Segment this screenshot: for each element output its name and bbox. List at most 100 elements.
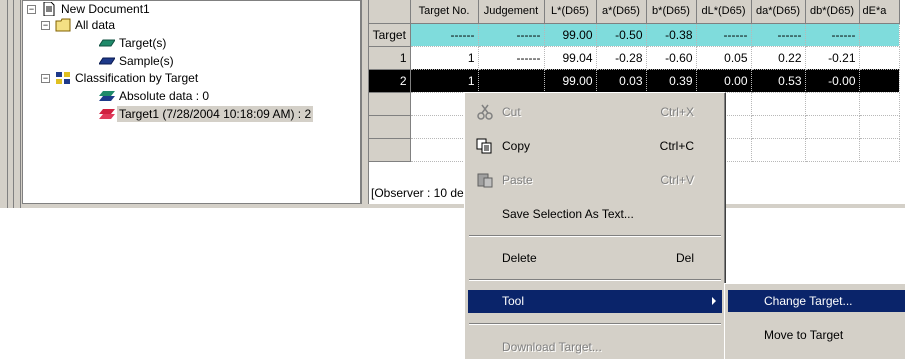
grid-cell[interactable]: 0.39	[646, 69, 697, 93]
col-header-l[interactable]: L*(D65)	[544, 0, 597, 24]
grid-cell[interactable]: -0.00	[805, 69, 860, 93]
grid-cell[interactable]	[751, 138, 806, 162]
collapse-all-data-toggle[interactable]: −	[41, 21, 50, 30]
menu-separator	[469, 279, 721, 281]
menu-item-label: Paste	[502, 173, 533, 187]
menu-item-shortcut: Ctrl+V	[660, 173, 694, 187]
submenu-item-move-to-target[interactable]: Move to Target	[728, 324, 905, 346]
grid-cell[interactable]	[751, 92, 806, 116]
collapse-classification-toggle[interactable]: −	[41, 74, 50, 83]
scissors-icon	[477, 104, 493, 120]
row-header[interactable]	[369, 92, 411, 116]
grid-cell[interactable]: 99.04	[544, 46, 597, 70]
grid-cell[interactable]: -0.60	[646, 46, 697, 70]
menu-item-cut[interactable]: Cut Ctrl+X	[468, 101, 722, 123]
context-menu: Cut Ctrl+X Copy Ctrl+C Paste Ctrl+V Save…	[464, 92, 726, 359]
row-header[interactable]: 1	[369, 46, 411, 70]
table-row[interactable]: Target ------ ------ 99.00 -0.50 -0.38 -…	[369, 23, 900, 47]
absolute-data-icon	[99, 91, 115, 101]
toolbar-gripper[interactable]	[3, 0, 21, 208]
grid-cell[interactable]: ------	[410, 23, 479, 47]
grid-cell[interactable]: 0.53	[751, 69, 806, 93]
grid-cell[interactable]	[859, 115, 900, 139]
grid-cell[interactable]	[859, 138, 900, 162]
tree-item-absolute-data[interactable]: Absolute data : 0	[119, 88, 209, 104]
collapse-root-toggle[interactable]: −	[27, 5, 36, 14]
col-header-db[interactable]: db*(D65)	[805, 0, 860, 24]
grid-cell[interactable]: 0.22	[751, 46, 806, 70]
tree-item-target1[interactable]: Target1 (7/28/2004 10:18:09 AM) : 2	[117, 106, 314, 122]
table-row-selected[interactable]: 2 1 99.00 0.03 0.39 0.00 0.53 -0.00	[369, 69, 900, 93]
menu-separator	[469, 235, 721, 237]
menu-item-delete[interactable]: Delete Del	[468, 247, 722, 269]
menu-item-shortcut: Ctrl+C	[659, 139, 694, 153]
grid-cell[interactable]: -0.38	[646, 23, 697, 47]
classification-icon	[56, 72, 70, 84]
grid-cell[interactable]: ------	[751, 23, 806, 47]
grid-cell[interactable]	[805, 92, 860, 116]
grid-cell[interactable]: 1	[410, 69, 479, 93]
col-header-de[interactable]: dE*a	[859, 0, 900, 24]
grid-cell[interactable]: ------	[478, 23, 545, 47]
corner-cell	[369, 0, 411, 24]
grid-cell[interactable]	[859, 23, 900, 47]
submenu-item-label: Move to Target	[764, 328, 844, 342]
menu-separator	[469, 323, 721, 325]
menu-item-tool[interactable]: Tool	[468, 290, 722, 313]
menu-item-download-target[interactable]: Download Target...	[468, 336, 722, 358]
menu-item-copy[interactable]: Copy Ctrl+C	[468, 135, 722, 157]
grid-cell[interactable]: ------	[696, 23, 752, 47]
col-header-b[interactable]: b*(D65)	[646, 0, 697, 24]
grid-cell[interactable]: 1	[410, 46, 479, 70]
target1-icon	[99, 109, 115, 119]
grid-cell[interactable]: ------	[478, 46, 545, 70]
tree-item-samples[interactable]: Sample(s)	[119, 53, 174, 69]
menu-item-label: Tool	[502, 294, 525, 308]
tree-item-targets[interactable]: Target(s)	[119, 35, 166, 51]
table-row[interactable]: 1 1 ------ 99.04 -0.28 -0.60 0.05 0.22 -…	[369, 46, 900, 70]
tree-item-classification[interactable]: Classification by Target	[75, 70, 198, 86]
row-header[interactable]: 2	[369, 69, 411, 93]
grid-cell[interactable]	[805, 115, 860, 139]
col-header-da[interactable]: da*(D65)	[751, 0, 806, 24]
submenu-arrow-icon	[712, 297, 716, 305]
grid-cell[interactable]	[751, 115, 806, 139]
menu-item-shortcut: Ctrl+X	[660, 105, 694, 119]
grid-cell[interactable]	[805, 138, 860, 162]
document-icon	[43, 2, 55, 16]
col-header-dl[interactable]: dL*(D65)	[696, 0, 752, 24]
tree-item-root[interactable]: New Document1	[61, 1, 150, 17]
grid-cell[interactable]	[859, 69, 900, 93]
grid-cell[interactable]: -0.21	[805, 46, 860, 70]
tree-view[interactable]: − New Document1 − All data Target(s) Sam…	[22, 0, 362, 204]
col-header-a[interactable]: a*(D65)	[596, 0, 647, 24]
copy-icon	[476, 138, 492, 154]
menu-item-label: Cut	[502, 105, 521, 119]
grid-cell[interactable]: 0.03	[596, 69, 647, 93]
submenu-item-change-target[interactable]: Change Target...	[728, 290, 905, 312]
grid-cell[interactable]: 0.05	[696, 46, 752, 70]
grid-header-row: Target No. Judgement L*(D65) a*(D65) b*(…	[369, 0, 900, 24]
menu-item-label: Download Target...	[502, 340, 602, 354]
col-header-target-no[interactable]: Target No.	[410, 0, 479, 24]
menu-item-save-selection[interactable]: Save Selection As Text...	[468, 203, 722, 225]
grid-cell[interactable]	[859, 92, 900, 116]
row-header[interactable]	[369, 115, 411, 139]
menu-item-label: Save Selection As Text...	[502, 207, 634, 221]
grid-cell[interactable]: -0.28	[596, 46, 647, 70]
menu-item-label: Copy	[502, 139, 531, 153]
grid-cell[interactable]: 0.00	[696, 69, 752, 93]
grid-cell[interactable]	[478, 69, 545, 93]
grid-cell[interactable]: -0.50	[596, 23, 647, 47]
menu-item-paste[interactable]: Paste Ctrl+V	[468, 169, 722, 191]
row-header[interactable]	[369, 138, 411, 162]
grid-cell[interactable]: 99.00	[544, 23, 597, 47]
row-header[interactable]: Target	[369, 23, 411, 47]
col-header-judgement[interactable]: Judgement	[478, 0, 545, 24]
grid-cell[interactable]	[859, 46, 900, 70]
grid-cell[interactable]: ------	[805, 23, 860, 47]
tree-item-all-data[interactable]: All data	[75, 17, 115, 33]
grid-cell[interactable]: 99.00	[544, 69, 597, 93]
menu-item-label: Delete	[502, 251, 537, 265]
submenu-item-label: Change Target...	[764, 294, 853, 308]
